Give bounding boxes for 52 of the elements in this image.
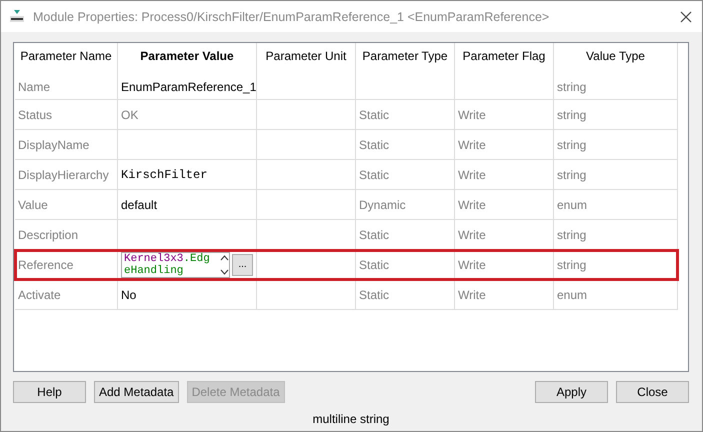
- column-header: Parameter Type: [356, 43, 454, 75]
- table-cell: EnumParamReference_1: [121, 80, 256, 94]
- dialog-button[interactable]: Help: [13, 381, 86, 403]
- table-cell: Static: [359, 108, 390, 122]
- table-cell: default: [121, 198, 158, 212]
- table-cell: string: [557, 80, 586, 94]
- app-icon: [9, 10, 25, 24]
- table-cell: string: [557, 108, 586, 122]
- window-title: Module Properties: Process0/KirschFilter/EnumParamReference_1 <EnumParamReference>: [33, 10, 550, 24]
- table-cell: Write: [458, 288, 486, 302]
- column-header: Parameter Unit: [256, 43, 356, 75]
- table-cell: Write: [458, 198, 486, 212]
- table-cell: DisplayName: [15, 130, 118, 160]
- table-cell: Static: [359, 258, 390, 272]
- table-cell: string: [557, 258, 586, 272]
- table-cell: Activate: [15, 280, 118, 310]
- table-cell: KirschFilter: [121, 168, 208, 182]
- table-cell: enum: [557, 288, 588, 302]
- table-cell: enum: [557, 198, 588, 212]
- column-header: Parameter Flag: [454, 43, 554, 75]
- table-cell: Reference: [15, 250, 118, 280]
- table-cell: Static: [359, 168, 390, 182]
- table-cell: Static: [359, 138, 390, 152]
- column-header: Parameter Name: [15, 43, 118, 75]
- table-cell: Dynamic: [359, 198, 406, 212]
- table-cell: Name: [15, 75, 118, 100]
- table-cell: No: [121, 288, 136, 302]
- table-cell: Write: [458, 168, 486, 182]
- close-icon[interactable]: [680, 10, 692, 22]
- table-cell: OK: [121, 108, 138, 122]
- dialog-button[interactable]: Add Metadata: [94, 381, 179, 403]
- dialog-button[interactable]: Close: [616, 381, 689, 403]
- table-cell: Write: [458, 108, 486, 122]
- table-cell: Write: [458, 138, 486, 152]
- table-cell: Value: [15, 190, 118, 220]
- table-cell: string: [557, 228, 586, 242]
- table-cell: DisplayHierarchy: [15, 160, 118, 190]
- table-cell: Status: [15, 100, 118, 130]
- dialog-button[interactable]: Apply: [535, 381, 608, 403]
- browse-button[interactable]: ...: [232, 254, 253, 276]
- table-cell: Write: [458, 228, 486, 242]
- table-cell: string: [557, 138, 586, 152]
- scroll-arrows-icon[interactable]: [220, 252, 229, 276]
- table-cell: string: [557, 168, 586, 182]
- column-header: Parameter Value: [118, 43, 256, 75]
- column-header: Value Type: [554, 43, 678, 75]
- table-cell: Static: [359, 228, 390, 242]
- table-cell: Static: [359, 288, 390, 302]
- table-cell: Description: [15, 220, 118, 250]
- status-text: multiline string: [312, 412, 390, 426]
- value-editor[interactable]: Kernel3x3.EdgeHandling: [121, 252, 230, 278]
- table-cell: Write: [458, 258, 486, 272]
